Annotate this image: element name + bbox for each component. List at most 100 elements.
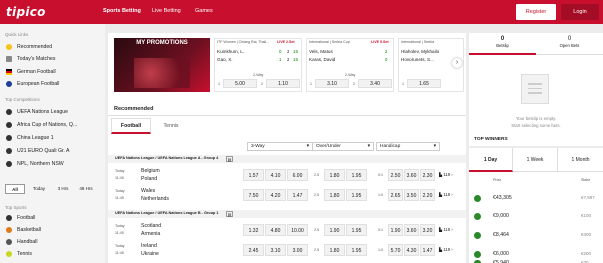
sidebar-item-uefa-nations[interactable]: UEFA Nations League	[6, 108, 68, 116]
market-select-over-under[interactable]: Over/Under ▾	[312, 142, 374, 151]
sidebar-item-basketball[interactable]: Basketball	[6, 226, 41, 234]
odd-button[interactable]: 6.00	[287, 169, 308, 181]
sidebar-item-africa-cup[interactable]: Africa Cup of Nations, Q...	[6, 121, 77, 129]
home-team[interactable]: Belgium	[141, 168, 160, 174]
odd-button[interactable]: 1.95	[346, 224, 367, 236]
odd-button[interactable]: 1.95	[346, 244, 367, 256]
match-time: 11:45	[115, 196, 124, 200]
football-icon	[474, 232, 481, 239]
odd-button[interactable]: 1.47	[287, 189, 308, 201]
odd-button[interactable]: 1.57	[243, 169, 264, 181]
hc-line: 0:1	[378, 228, 383, 232]
more-markets-link[interactable]: ▙ 119 ›	[439, 172, 453, 177]
market-select-handicap[interactable]: Handicap ▾	[376, 142, 440, 151]
tab-tennis[interactable]: Tennis	[154, 118, 188, 134]
more-markets-link[interactable]: ▙ 119 ›	[439, 192, 453, 197]
odd-button[interactable]: 2.20	[420, 189, 435, 201]
filter-tab-today[interactable]: Today	[27, 184, 51, 194]
eu-flag-icon	[6, 80, 12, 87]
nav-sports-betting[interactable]: Sports Betting	[103, 8, 141, 14]
tab-1-month[interactable]: 1 Month	[558, 148, 603, 172]
tab-open-bets[interactable]: 0 Open Bets	[536, 33, 603, 55]
top-competitions-title: Top Competitions	[5, 97, 40, 102]
odd-button[interactable]: 3.10	[265, 244, 286, 256]
odd-button[interactable]: 5.70	[388, 244, 403, 256]
sidebar-item-football[interactable]: Football	[6, 214, 35, 222]
odd-button[interactable]: 1.47	[420, 244, 435, 256]
away-team[interactable]: Netherlands	[141, 196, 169, 202]
odd-button[interactable]: 2.65	[388, 189, 403, 201]
sidebar-item-tennis[interactable]: Tennis	[6, 250, 32, 258]
tab-betslip[interactable]: 0 Betslip	[469, 33, 536, 55]
odd-button[interactable]: 5.00	[223, 79, 257, 88]
tab-1-week[interactable]: 1 Week	[513, 148, 558, 172]
home-team[interactable]: Wales	[141, 188, 155, 194]
score-points-2: 15	[293, 57, 298, 62]
odd-button[interactable]: 4.10	[265, 169, 286, 181]
home-team[interactable]: Ireland	[141, 243, 157, 249]
more-markets-link[interactable]: ▙ 119 ›	[439, 227, 453, 232]
home-team[interactable]: Scotland	[141, 223, 161, 229]
stats-icon[interactable]: ▤	[226, 156, 233, 162]
odd-button[interactable]: 3.40	[358, 79, 392, 88]
tab-1-day[interactable]: 1 Day	[469, 148, 513, 172]
odd-button[interactable]: 10.00	[287, 224, 308, 236]
nav-live-betting[interactable]: Live Betting	[152, 8, 181, 14]
tab-football[interactable]: Football	[111, 118, 151, 134]
away-team[interactable]: Armenia	[141, 231, 160, 237]
group-header-label: UEFA Nations League / UEFA Nations Leagu…	[115, 211, 219, 215]
sidebar-item-u21-euro[interactable]: U21 EURO Quali Gr. A	[6, 147, 69, 155]
odd-button[interactable]: 1.80	[324, 189, 345, 201]
odd-button[interactable]: 1.80	[324, 169, 345, 181]
odd-button[interactable]: 3.00	[287, 244, 308, 256]
live-card[interactable]: ITF Women | Chiang Rai, Thail... LIVE 2.…	[214, 38, 302, 92]
odd-button[interactable]: 1.90	[324, 224, 345, 236]
odd-button[interactable]: 1.90	[388, 224, 403, 236]
login-button[interactable]: Login	[561, 4, 599, 20]
odd-button[interactable]: 3.60	[404, 224, 419, 236]
odd-button[interactable]: 1.95	[346, 189, 367, 201]
filter-tab-48hrs[interactable]: 48 Hrs	[75, 184, 97, 194]
sidebar-item-recommended[interactable]: Recommended	[6, 43, 52, 51]
odd-button[interactable]: 2.30	[420, 169, 435, 181]
odd-button[interactable]: 3.50	[404, 189, 419, 201]
away-team[interactable]: Poland	[141, 176, 157, 182]
odd-button[interactable]: 1.80	[324, 244, 345, 256]
odd-button[interactable]: 7.50	[243, 189, 264, 201]
more-markets-link[interactable]: ▙ 119 ›	[439, 247, 453, 252]
player-2: Hovorunets, S...	[401, 57, 434, 62]
market-select-3way[interactable]: 3-Way ▾	[247, 142, 313, 151]
odd-button[interactable]: 3.10	[315, 79, 349, 88]
promotions-banner[interactable]: MY PROMOTIONS	[114, 38, 210, 92]
live-card[interactable]: International | Serbia Cup LIVE 5.Set Ve…	[306, 38, 394, 92]
nav-games[interactable]: Games	[195, 8, 213, 14]
ou-line: 2.5	[314, 193, 319, 197]
score-games-2: 2	[287, 57, 290, 62]
market-label: 2-Way	[253, 73, 264, 77]
sidebar-item-handball[interactable]: Handball	[6, 238, 37, 246]
odd-button[interactable]: 2.50	[388, 169, 403, 181]
odd-button[interactable]: 4.20	[265, 189, 286, 201]
filter-tab-3hrs[interactable]: 3 Hrs	[53, 184, 73, 194]
chevron-right-icon[interactable]: ›	[452, 58, 462, 68]
sidebar-item-german-football[interactable]: German Football	[6, 68, 56, 76]
odd-button[interactable]: 3.60	[404, 169, 419, 181]
odd-button[interactable]: 1.95	[346, 169, 367, 181]
filter-tab-all[interactable]: All	[5, 184, 25, 194]
register-button[interactable]: Register	[516, 4, 556, 20]
odd-button[interactable]: 1.32	[243, 224, 264, 236]
odd-button[interactable]: 1.65	[407, 79, 441, 88]
sidebar-item-npl[interactable]: NPL, Northern NSW	[6, 160, 64, 168]
odd-button[interactable]: 1.10	[266, 79, 300, 88]
stats-icon[interactable]: ▤	[226, 211, 233, 217]
quick-links-title: Quick Links	[5, 32, 29, 37]
tipico-logo[interactable]: tipico	[6, 5, 46, 19]
away-team[interactable]: Ukraine	[141, 251, 159, 257]
odd-button[interactable]: 2.45	[243, 244, 264, 256]
sidebar-item-todays-matches[interactable]: Today's Matches	[6, 55, 55, 63]
odd-button[interactable]: 4.80	[265, 224, 286, 236]
odd-button[interactable]: 4.30	[404, 244, 419, 256]
sidebar-item-china-league[interactable]: China League 1	[6, 134, 54, 142]
odd-button[interactable]: 3.20	[420, 224, 435, 236]
sidebar-item-european-football[interactable]: European Football	[6, 80, 59, 88]
